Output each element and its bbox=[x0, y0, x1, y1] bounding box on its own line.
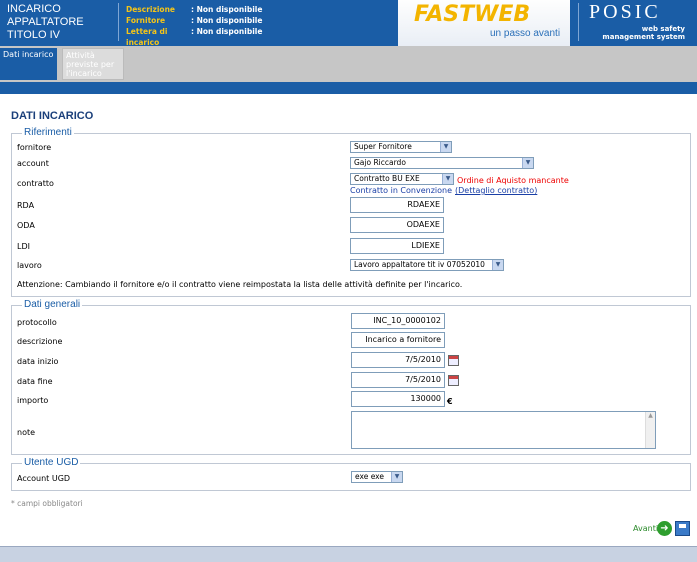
descrizione-input[interactable]: Incarico a fornitore bbox=[351, 332, 445, 348]
lavoro-select[interactable]: Lavoro appaltatore tit iv 07052010 ▼ bbox=[350, 259, 504, 271]
rda-label: RDA bbox=[17, 201, 35, 210]
info-key: Lettera di incarico bbox=[126, 27, 168, 47]
note-textarea[interactable]: ▲ bbox=[351, 411, 656, 449]
currency-symbol: € bbox=[447, 397, 453, 406]
header-info: Descrizione : Non disponibile Fornitore : … bbox=[126, 4, 262, 48]
info-fornitore: Fornitore : Non disponibile bbox=[126, 15, 262, 26]
fornitore-label: fornitore bbox=[17, 143, 52, 152]
ldi-input[interactable]: LDIEXE bbox=[350, 238, 444, 254]
utente-ugd-legend: Utente UGD bbox=[22, 457, 81, 468]
chevron-down-icon: ▼ bbox=[492, 260, 503, 270]
lavoro-value: Lavoro appaltatore tit iv 07052010 bbox=[354, 260, 485, 269]
posic-subtitle: web safety management system bbox=[602, 25, 685, 41]
contratto-select[interactable]: Contratto BU EXE ▼ bbox=[350, 173, 454, 185]
lavoro-label: lavoro bbox=[17, 261, 42, 270]
required-fields-note: * campi obbligatori bbox=[11, 499, 83, 508]
calendar-icon[interactable] bbox=[448, 355, 459, 366]
data-fine-label: data fine bbox=[17, 377, 53, 386]
protocollo-label: protocollo bbox=[17, 318, 57, 327]
ordine-warning: Ordine di Aquisto mancante bbox=[457, 176, 569, 185]
contratto-label: contratto bbox=[17, 179, 54, 188]
info-value: : Non disponibile bbox=[191, 27, 263, 36]
fastweb-logo-text: FASTWEB bbox=[414, 2, 531, 27]
attenzione-text: Attenzione: Cambiando il fornitore e/o i… bbox=[17, 280, 463, 289]
account-select[interactable]: Gajo Riccardo ▼ bbox=[350, 157, 534, 169]
ldi-label: LDI bbox=[17, 242, 30, 251]
header-divider bbox=[578, 3, 579, 41]
posic-sub-line-1: web safety bbox=[641, 25, 685, 33]
dettaglio-contratto-text: (Dettaglio contratto) bbox=[455, 186, 538, 195]
page-title: DATI INCARICO bbox=[11, 110, 94, 122]
footer-bar bbox=[0, 546, 697, 562]
riferimenti-section: Riferimenti fornitore Super Fornitore ▼ a… bbox=[11, 127, 691, 297]
app-header: INCARICO APPALTATORE TITOLO IV Descrizio… bbox=[0, 0, 697, 48]
dati-generali-section: Dati generali protocollo INC_10_0000102 … bbox=[11, 299, 691, 455]
tab-attivita-previste[interactable]: Attività previste per l'incarico bbox=[62, 48, 124, 80]
info-key: Fornitore bbox=[126, 16, 166, 25]
contratto-convenzione: Contratto in Convenzione bbox=[350, 186, 453, 195]
avanti-label[interactable]: Avanti bbox=[633, 524, 658, 533]
info-key: Descrizione bbox=[126, 5, 176, 14]
fornitore-value: Super Fornitore bbox=[354, 142, 412, 151]
chevron-down-icon: ▼ bbox=[391, 472, 402, 482]
note-label: note bbox=[17, 428, 36, 437]
info-value: : Non disponibile bbox=[191, 5, 263, 14]
riferimenti-legend: Riferimenti bbox=[22, 127, 74, 138]
app-title-line-3: TITOLO IV bbox=[7, 29, 60, 41]
app-title-line-2: APPALTATORE bbox=[7, 16, 84, 28]
descrizione-label: descrizione bbox=[17, 337, 63, 346]
dati-generali-legend: Dati generali bbox=[22, 299, 83, 310]
calendar-icon[interactable] bbox=[448, 375, 459, 386]
tab-dati-incarico[interactable]: Dati incarico bbox=[0, 48, 57, 80]
account-value: Gajo Riccardo bbox=[354, 158, 406, 167]
tab-bar: Dati incarico Attività previste per l'in… bbox=[0, 46, 697, 82]
utente-ugd-section: Utente UGD Account UGD exe exe ▼ bbox=[11, 457, 691, 491]
fastweb-tagline: un passo avanti bbox=[490, 28, 561, 39]
tab-subbar bbox=[0, 82, 697, 94]
importo-input[interactable]: 130000 bbox=[351, 391, 445, 407]
data-inizio-input[interactable]: 7/5/2010 bbox=[351, 352, 445, 368]
posic-sub-line-2: management system bbox=[602, 33, 685, 41]
data-inizio-label: data inizio bbox=[17, 357, 59, 366]
chevron-down-icon: ▼ bbox=[522, 158, 533, 168]
posic-logo: POSIC bbox=[589, 1, 661, 23]
chevron-down-icon: ▼ bbox=[442, 174, 453, 184]
data-fine-input[interactable]: 7/5/2010 bbox=[351, 372, 445, 388]
info-descrizione: Descrizione : Non disponibile bbox=[126, 4, 262, 15]
importo-label: importo bbox=[17, 396, 49, 405]
dettaglio-contratto-link[interactable]: (Dettaglio contratto) bbox=[455, 186, 537, 195]
account-ugd-select[interactable]: exe exe ▼ bbox=[351, 471, 403, 483]
account-ugd-value: exe exe bbox=[355, 472, 384, 481]
chevron-down-icon: ▼ bbox=[440, 142, 451, 152]
app-title-line-1: INCARICO bbox=[7, 3, 61, 15]
info-lettera: Lettera di incarico : Non disponibile bbox=[126, 26, 262, 48]
info-value: : Non disponibile bbox=[191, 16, 263, 25]
contratto-value: Contratto BU EXE bbox=[354, 174, 420, 183]
arrow-right-icon[interactable]: ➜ bbox=[657, 521, 672, 536]
header-divider bbox=[118, 3, 119, 41]
app-title: INCARICO APPALTATORE TITOLO IV bbox=[7, 3, 112, 42]
protocollo-input[interactable]: INC_10_0000102 bbox=[351, 313, 445, 329]
fornitore-select[interactable]: Super Fornitore ▼ bbox=[350, 141, 452, 153]
save-icon[interactable] bbox=[675, 521, 690, 536]
rda-input[interactable]: RDAEXE bbox=[350, 197, 444, 213]
oda-label: ODA bbox=[17, 221, 35, 230]
account-label: account bbox=[17, 159, 49, 168]
account-ugd-label: Account UGD bbox=[17, 474, 71, 483]
fastweb-logo: FASTWEB un passo avanti bbox=[398, 0, 570, 46]
note-scrollbar[interactable]: ▲ bbox=[645, 412, 655, 448]
main-content: DATI INCARICO Riferimenti fornitore Supe… bbox=[2, 94, 695, 546]
oda-input[interactable]: ODAEXE bbox=[350, 217, 444, 233]
